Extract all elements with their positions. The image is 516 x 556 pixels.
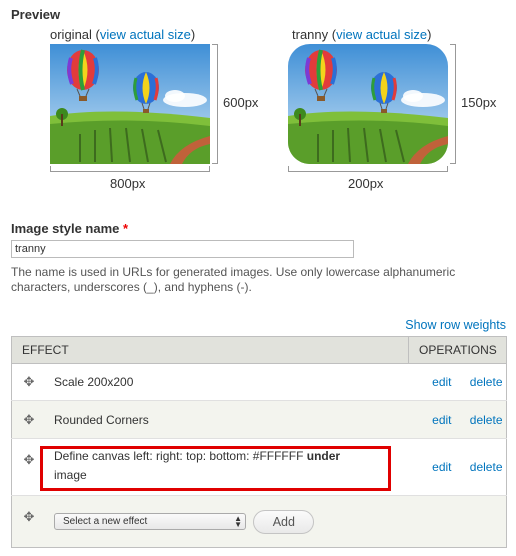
- operations-column-header: OPERATIONS: [408, 336, 507, 364]
- drag-handle-icon[interactable]: ✥: [22, 510, 36, 524]
- styled-view-actual-size-link[interactable]: view actual size: [336, 27, 427, 42]
- new-effect-select-value: Select a new effect: [63, 516, 148, 527]
- operations-cell: edit delete: [408, 363, 507, 401]
- new-effect-select[interactable]: Select a new effect ▲ ▼: [54, 513, 246, 530]
- styled-label-prefix: tranny (: [292, 27, 337, 42]
- original-height-label: 600px: [223, 95, 259, 110]
- edit-link[interactable]: edit: [409, 413, 451, 427]
- edit-link[interactable]: edit: [409, 375, 451, 389]
- original-view-actual-size-link[interactable]: view actual size: [100, 27, 191, 42]
- original-width-label: 800px: [110, 176, 146, 191]
- table-row: ✥ Rounded Corners edit delete: [11, 400, 507, 439]
- drag-handle-icon[interactable]: ✥: [22, 375, 36, 389]
- effect-cell: ✥ Scale 200x200: [11, 363, 409, 401]
- styled-width-label: 200px: [348, 176, 384, 191]
- styled-width-bracket: [288, 166, 448, 172]
- image-style-name-label: Image style name *: [11, 221, 128, 236]
- delete-link[interactable]: delete: [452, 460, 503, 474]
- table-row: ✥ Scale 200x200 edit delete: [11, 363, 507, 401]
- field-description: The name is used in URLs for generated i…: [11, 265, 456, 294]
- styled-label-suffix: ): [427, 27, 432, 42]
- original-width-bracket: [50, 166, 210, 172]
- styled-label: tranny (view actual size): [292, 27, 431, 42]
- drag-handle-icon[interactable]: ✥: [22, 412, 36, 427]
- operations-cell: edit delete: [408, 438, 507, 496]
- styled-height-bracket: [450, 44, 456, 164]
- drag-handle-icon[interactable]: ✥: [22, 453, 36, 467]
- delete-link[interactable]: delete: [452, 413, 503, 427]
- effects-table: EFFECT OPERATIONS ✥ Scale 200x200 edit de…: [11, 336, 507, 548]
- original-label: original (view actual size): [50, 27, 195, 42]
- add-effect-button[interactable]: Add: [253, 509, 315, 534]
- highlight-box: [40, 446, 391, 491]
- required-marker: *: [123, 221, 129, 236]
- styled-height-label: 150px: [461, 95, 497, 110]
- original-preview-image[interactable]: [50, 44, 210, 164]
- original-label-suffix: ): [190, 27, 196, 42]
- original-height-bracket: [212, 44, 218, 164]
- show-row-weights-link[interactable]: Show row weights: [405, 318, 506, 332]
- field-label-text: Image style name: [11, 221, 120, 236]
- preview-title: Preview: [11, 7, 61, 22]
- original-label-prefix: original (: [50, 27, 100, 42]
- new-effect-cell: ✥ Select a new effect ▲ ▼ Add: [11, 495, 507, 548]
- effect-name: Rounded Corners: [54, 412, 149, 427]
- effect-name: Scale 200x200: [54, 375, 134, 389]
- edit-link[interactable]: edit: [409, 460, 451, 474]
- effect-cell: ✥ Rounded Corners: [11, 400, 409, 439]
- new-effect-row: ✥ Select a new effect ▲ ▼ Add: [11, 495, 507, 548]
- chevron-updown-icon: ▲ ▼: [234, 514, 242, 529]
- image-style-name-input[interactable]: [11, 240, 354, 258]
- effect-column-header: EFFECT: [11, 336, 409, 364]
- operations-cell: edit delete: [408, 400, 507, 439]
- delete-link[interactable]: delete: [452, 375, 503, 389]
- styled-preview-image[interactable]: [288, 44, 448, 164]
